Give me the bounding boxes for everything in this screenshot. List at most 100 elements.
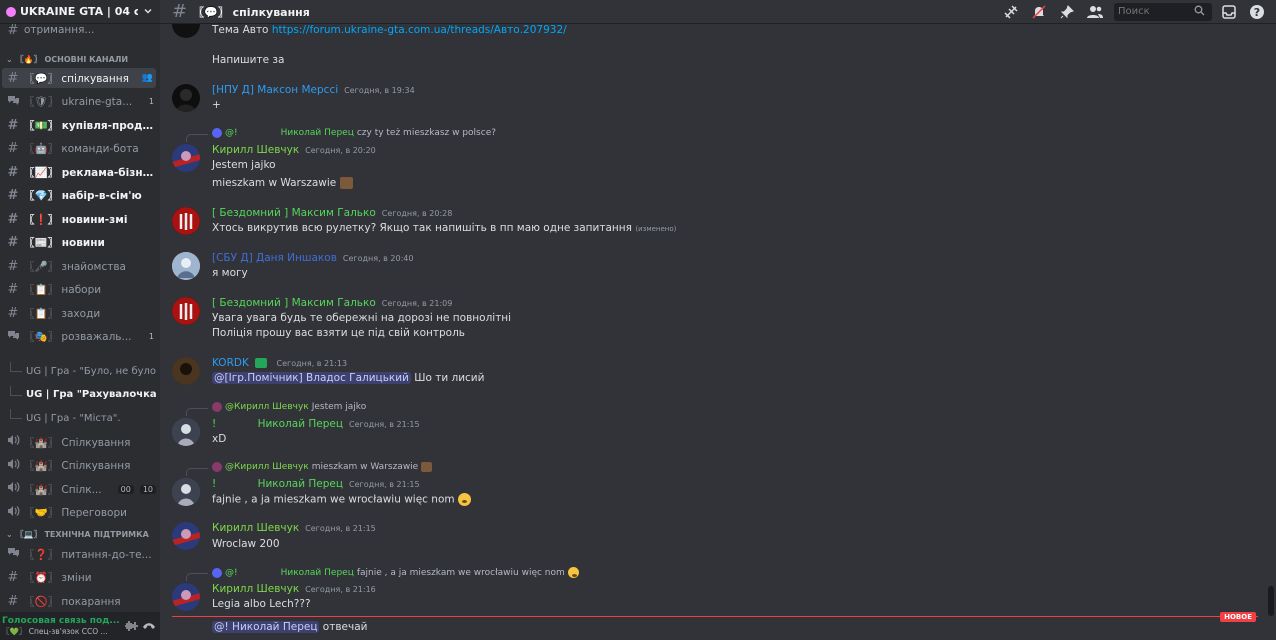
- category-support[interactable]: ⌄ 〖💻〗 ТЕХНІЧНА ПІДТРИМКА: [6, 527, 149, 541]
- message-link[interactable]: https://forum.ukraine-gta.com.ua/threads…: [272, 24, 567, 36]
- search-input[interactable]: [1118, 6, 1194, 17]
- reply-preview[interactable]: @! Николай Перец fajnie , a ja mieszkam …: [212, 567, 579, 578]
- avatar[interactable]: [172, 583, 200, 611]
- avatar[interactable]: [172, 24, 200, 38]
- channel-item[interactable]: 〖🛡〗 ukraine-gta... 1: [2, 92, 156, 112]
- help-icon[interactable]: ?: [1246, 3, 1268, 21]
- channel-name: 〖🎤〗 знайомства: [24, 260, 126, 273]
- channel-name: 〖🤝〗 Переговори: [24, 507, 127, 519]
- channel-name: 〖⏰〗 зміни: [24, 572, 92, 584]
- disconnect-icon[interactable]: [140, 617, 158, 635]
- voice-status[interactable]: Голосовая связь под...: [2, 616, 122, 626]
- hash-icon: #: [7, 188, 19, 203]
- thread-connector: [10, 385, 22, 396]
- channel-title: 〖💬〗 спілкування: [193, 5, 310, 19]
- reply-preview[interactable]: @Кирилл Шевчук mieszkam w Warszawie: [212, 462, 433, 472]
- voice-channel-item[interactable]: 〖🏰〗 Спілкування: [2, 456, 156, 476]
- avatar[interactable]: [172, 418, 200, 446]
- avatar[interactable]: [172, 522, 200, 550]
- noise-suppression-icon[interactable]: [122, 617, 140, 635]
- channel-item[interactable]: # 〖💎〗 набір-в-сім'ю: [2, 186, 156, 206]
- channel-item[interactable]: # 〖📰〗 новини: [2, 233, 156, 253]
- channel-name: 〖💵〗 купівля-продаж...: [24, 119, 156, 132]
- message-author[interactable]: [ Бездомний ] Максим Галько: [212, 297, 376, 309]
- message-author[interactable]: [ Бездомний ] Максим Галько: [212, 207, 376, 219]
- category-main[interactable]: ⌄ 〖🔥〗 ОСНОВНІ КАНАЛИ: [6, 52, 128, 66]
- channel-item[interactable]: # 〖💵〗 купівля-продаж...: [2, 115, 156, 135]
- new-messages-divider: [172, 616, 1258, 617]
- inbox-icon[interactable]: [1218, 3, 1240, 21]
- hash-icon: #: [172, 1, 188, 22]
- message-author[interactable]: Николай Перец: [258, 418, 343, 430]
- avatar[interactable]: [172, 84, 200, 112]
- avatar[interactable]: [172, 144, 200, 172]
- thread-name: UG | Гра - "Міста".: [26, 412, 121, 424]
- emoji-icon[interactable]: [457, 493, 471, 506]
- message-author[interactable]: Кирилл Шевчук: [212, 522, 299, 534]
- avatar: [212, 402, 222, 412]
- avatar[interactable]: [172, 357, 200, 385]
- message-author[interactable]: [СБУ Д] Даня Иншаков: [212, 252, 337, 264]
- message-timestamp: Сегодня, в 20:20: [305, 146, 376, 155]
- voice-channel-item[interactable]: 〖🏰〗 Спілк... 00 10: [2, 479, 156, 499]
- message-author[interactable]: Николай Перец: [258, 478, 343, 490]
- thread-item[interactable]: UG | Гра - "Було, не було"...: [10, 361, 156, 381]
- channel-item[interactable]: # 〖💬〗 спілкування 👥: [2, 68, 156, 88]
- channel-item[interactable]: # 〖🎤〗 знайомства: [2, 256, 156, 276]
- avatar[interactable]: [172, 252, 200, 280]
- thread-connector: [10, 409, 22, 419]
- reply-preview[interactable]: @! Николай Перец czy ty też mieszkasz w …: [212, 128, 496, 138]
- message-author[interactable]: KORDK: [212, 357, 249, 369]
- message-text: mieszkam w Warszawie: [212, 177, 337, 189]
- channel-name: 〖📰〗 новини: [24, 237, 105, 249]
- avatar[interactable]: [172, 478, 200, 506]
- channel-item[interactable]: # 〖🤖〗 команди-бота: [2, 139, 156, 159]
- emoji-icon: [567, 567, 579, 578]
- notifications-muted-icon[interactable]: [1028, 3, 1050, 21]
- channel-item[interactable]: # 〖⏰〗 зміни: [2, 568, 156, 588]
- hash-icon: #: [7, 22, 19, 38]
- pin-icon[interactable]: [1056, 3, 1078, 21]
- chevron-down-icon[interactable]: [142, 6, 154, 18]
- channel-item[interactable]: 〖❓〗 питання-до-те...: [2, 544, 156, 564]
- search-box[interactable]: [1114, 2, 1212, 21]
- voice-channel-item[interactable]: 〖🏰〗 Спілкування: [2, 432, 156, 452]
- chevron-down-icon: ⌄: [6, 529, 13, 539]
- voice-channel[interactable]: 〖💚〗 Спец-зв'язок ССО ...: [2, 626, 122, 637]
- add-member-icon[interactable]: 👥: [142, 73, 153, 83]
- voice-channel-item[interactable]: 〖🤝〗 Переговори: [2, 503, 156, 523]
- message-author[interactable]: Кирилл Шевчук: [212, 583, 299, 595]
- reply-preview[interactable]: @Кирилл Шевчук Jestem jajko: [212, 402, 366, 412]
- message-author[interactable]: Кирилл Шевчук: [212, 144, 299, 156]
- message-text: Хтось викрутив всю рулетку? Якщо так нап…: [212, 222, 632, 234]
- scrollbar-thumb[interactable]: [1268, 586, 1274, 616]
- thread-item[interactable]: UG | Гра - "Міста".: [10, 408, 156, 428]
- user-mention[interactable]: @! Николай Перец: [212, 621, 320, 633]
- channel-name: 〖🎭〗 розважаль...: [24, 331, 132, 343]
- member-list-icon[interactable]: [1084, 3, 1106, 21]
- thread-name: UG | Гра "Рахувалочка".: [26, 389, 156, 400]
- threads-icon[interactable]: [1000, 3, 1022, 21]
- avatar[interactable]: [172, 297, 200, 325]
- channel-item[interactable]: # 〖📈〗 реклама-бізнесу: [2, 162, 156, 182]
- message-text: Тема Авто: [212, 24, 269, 36]
- channel-item[interactable]: # 〖📋〗 заходи: [2, 303, 156, 323]
- channel-name: 〖❗〗 новини-змі: [24, 213, 128, 226]
- new-messages-badge[interactable]: НОВОЕ: [1220, 612, 1256, 622]
- emoji-icon[interactable]: [339, 177, 353, 189]
- channel-name: 〖🛡〗 ukraine-gta...: [24, 96, 133, 108]
- speaker-icon: [6, 505, 20, 521]
- thread-item[interactable]: UG | Гра "Рахувалочка".: [10, 385, 156, 405]
- channel-item[interactable]: # 〖🚫〗 покарання: [2, 591, 156, 611]
- user-mention[interactable]: @[Ігр.Помічник] Владос Галицький: [212, 372, 411, 384]
- message-timestamp: Сегодня, в 21:09: [381, 299, 453, 308]
- forum-icon: [6, 329, 20, 345]
- avatar[interactable]: [172, 207, 200, 235]
- channel-item[interactable]: # 〖❗〗 новини-змі: [2, 209, 156, 229]
- message-text: Wroclaw 200: [212, 538, 280, 550]
- channel-item[interactable]: # 〖📋〗 набори: [2, 280, 156, 300]
- scrollbar[interactable]: [1268, 24, 1274, 616]
- channel-partial[interactable]: # отримання...: [2, 20, 156, 40]
- channel-item[interactable]: 〖🎭〗 розважаль... 1: [2, 327, 156, 347]
- message-author[interactable]: [НПУ Д] Максон Мерссі: [212, 84, 338, 96]
